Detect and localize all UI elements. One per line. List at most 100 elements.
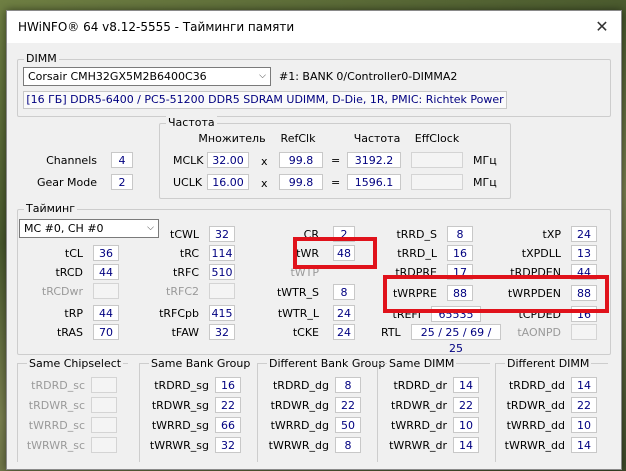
uclk-refclk: 99.8 [279,174,323,190]
trp-value: 44 [93,305,119,321]
tcl-value: 36 [93,245,119,261]
trfc2-value [209,283,235,299]
taonpd-label: tAONPD [517,326,561,339]
twtr-s-value: 8 [333,284,355,300]
section-row-label: tWRRD_sg [151,419,209,432]
trfcpb-label: tRFCpb [159,307,199,320]
channels-label: Channels [46,154,97,167]
section-row-label: tWRWR_sc [26,439,85,452]
section-row-value [91,397,117,413]
section-row-value: 10 [571,417,597,433]
dimm-module-select[interactable]: Corsair CMH32GX5M2B6400C36 ⌵ [23,67,271,86]
section-row-label: tRDRD_sc [31,379,85,392]
trcd-label: tRCD [55,266,83,279]
tras-label: tRAS [56,326,83,339]
rtl-value: 25 / 25 / 69 / 25 [411,324,501,355]
multiplier-header: Множитель [198,132,266,145]
section-row-label: tRDRD_sg [154,379,209,392]
tcke-label: tCKE [292,326,319,339]
section-row-value: 22 [453,397,479,413]
section-row-label: tWRWR_dg [268,439,329,452]
section-title: Different DIMM [505,357,592,370]
uclk-multiplier: 16.00 [207,174,249,190]
section-row-value: 22 [215,397,241,413]
trrd-l-value: 16 [447,245,473,261]
section-row-value: 14 [453,437,479,453]
highlight-twr [293,237,377,269]
section-row-value: 14 [571,437,597,453]
trcdwr-label: tRCDwr [41,285,83,298]
mclk-effclock [411,152,463,168]
section-row-label: tWRWR_dd [504,439,565,452]
tras-value: 70 [93,324,119,340]
section-row-value: 66 [215,417,241,433]
twtr-l-value: 24 [333,305,355,321]
twtr-l-label: tWTR_L [277,307,319,320]
section-row-label: tRDRD_dg [272,379,329,392]
txp-value: 24 [571,226,597,242]
section-row-label: tRDWR_dd [506,399,565,412]
tcwl-label: tCWL [170,228,199,241]
chevron-down-icon: ⌵ [259,71,266,81]
section-row-label: tWRWR_dr [389,439,447,452]
section-row-label: tRDWR_dg [270,399,329,412]
trcdwr-value [93,283,119,299]
section-row-value [91,417,117,433]
txpdll-label: tXPDLL [521,247,561,260]
mclk-times: x [261,155,268,168]
section-row-label: tWRRD_dr [391,419,447,432]
uclk-equals: = [331,176,341,189]
section-title: Different Bank Group [267,357,388,370]
close-icon[interactable]: ✕ [591,16,613,38]
trrd-s-label: tRRD_S [396,228,437,241]
section-row-label: tRDWR_dr [391,399,447,412]
trcd-value: 44 [93,264,119,280]
section-row-label: tWRRD_dg [270,419,329,432]
dimm-slot-label: #1: BANK 0/Controller0-DIMMA2 [279,70,458,83]
window-title: HWiNFO® 64 v8.12-5555 - Тайминги памяти [18,20,295,34]
section-row-value: 16 [215,377,241,393]
uclk-unit: МГц [473,176,497,189]
section-row-value: 8 [335,377,361,393]
section-row-label: tRDRD_dr [393,379,447,392]
frequency-header: Частота [353,132,401,145]
gear-mode-label: Gear Mode [36,176,97,189]
tcke-value: 24 [333,324,355,340]
uclk-frequency: 1596.1 [347,174,401,190]
section-row-label: tRDWR_sc [28,399,85,412]
trfc2-label: tRFC2 [166,285,199,298]
section-row-value [91,377,117,393]
gear-mode-value: 2 [111,174,133,190]
section-title: Same Chipselect [27,357,124,370]
uclk-label: UCLK [173,176,203,189]
trrd-s-value: 8 [447,226,473,242]
refclk-header: RefClk [280,132,316,145]
section-row-value: 32 [215,437,241,453]
section-row-value: 22 [335,397,361,413]
section-title: Same DIMM [387,357,457,370]
section-row-label: tRDRD_dd [508,379,565,392]
tfaw-value: 32 [209,324,235,340]
section-row-value: 22 [571,397,597,413]
timings-window: HWiNFO® 64 v8.12-5555 - Тайминги памяти … [6,10,622,470]
tcwl-value: 32 [209,226,235,242]
section-row-label: tRDWR_sg [151,399,209,412]
dimm-group-label: DIMM [24,52,59,65]
mclk-refclk: 99.8 [279,152,323,168]
trfcpb-value: 415 [209,305,235,321]
channel-select-value: MC #0, CH #0 [24,222,104,235]
mclk-equals: = [331,154,341,167]
timing-group-label: Тайминг [24,202,78,215]
uclk-effclock [411,174,463,190]
frequency-group-label: Частота [166,116,217,129]
section-row-value: 10 [453,417,479,433]
section-row-value: 8 [335,437,361,453]
highlight-twrpre-twrpden [383,275,609,313]
section-title: Same Bank Group [149,357,253,370]
twtr-s-label: tWTR_S [276,286,319,299]
tfaw-label: tFAW [171,326,199,339]
trfc-label: tRFC [173,266,199,279]
taonpd-value [571,324,597,340]
rtl-label: RTL [381,326,401,339]
title-bar: HWiNFO® 64 v8.12-5555 - Тайминги памяти … [7,11,621,43]
